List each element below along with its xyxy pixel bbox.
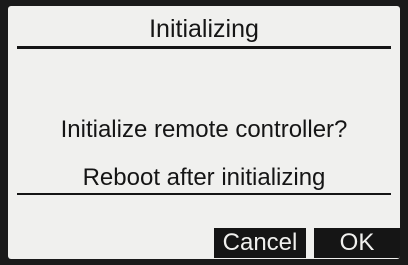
confirm-question: Initialize remote controller? — [60, 116, 348, 143]
footer-divider — [17, 193, 391, 195]
lcd-screen: Initializing Initialize remote controlle… — [8, 6, 400, 259]
reboot-note: Reboot after initializing — [82, 164, 326, 191]
device-bezel: Initializing Initialize remote controlle… — [0, 0, 408, 265]
screen-title: Initializing — [149, 15, 259, 43]
cancel-button[interactable]: Cancel — [214, 228, 306, 258]
title-divider — [17, 46, 391, 49]
ok-button[interactable]: OK — [314, 228, 400, 258]
